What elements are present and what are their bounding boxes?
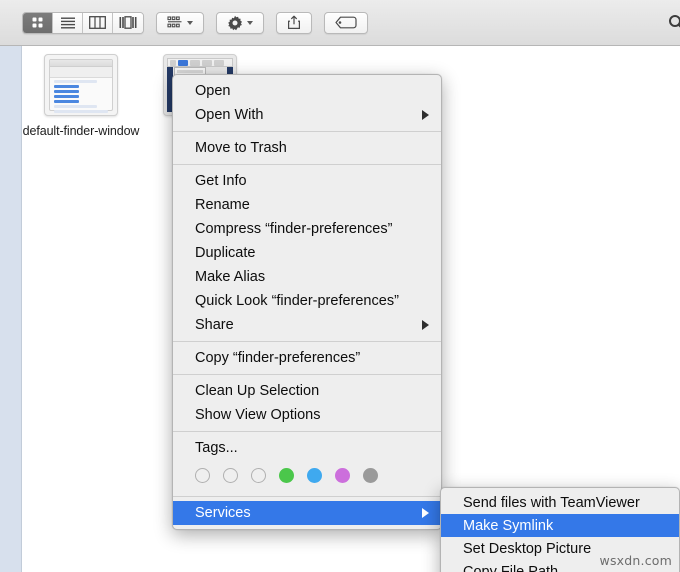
- watermark: wsxdn.com: [599, 553, 672, 568]
- action-gear-button[interactable]: [216, 11, 264, 34]
- gear-icon: [227, 15, 243, 31]
- submenu-arrow-icon: [422, 110, 429, 120]
- finder-sidebar[interactable]: [0, 46, 22, 572]
- menu-item-rename[interactable]: Rename: [173, 193, 441, 217]
- menu-separator: [173, 374, 441, 375]
- menu-item-open-with[interactable]: Open With: [173, 103, 441, 127]
- tag-icon: [335, 16, 357, 29]
- menu-item-show-view-options[interactable]: Show View Options: [173, 403, 441, 427]
- list-icon: [60, 16, 76, 29]
- menu-item-label: Services: [195, 505, 251, 521]
- tag-swatch-none-2[interactable]: [223, 467, 238, 483]
- tag-swatch-none-3[interactable]: [251, 467, 266, 483]
- menu-item-label: Open: [195, 83, 231, 99]
- menu-group-view: Clean Up Selection Show View Options: [173, 379, 441, 427]
- menu-item-label: Compress “finder-preferences”: [195, 221, 393, 237]
- menu-group-trash: Move to Trash: [173, 136, 441, 160]
- tag-swatch-green[interactable]: [279, 467, 294, 483]
- tag-button[interactable]: [324, 11, 368, 34]
- search-icon: [668, 14, 680, 32]
- menu-item-label: Copy “finder-preferences”: [195, 350, 361, 366]
- columns-icon: [89, 16, 106, 29]
- menu-item-label: Make Symlink: [463, 517, 554, 534]
- menu-item-label: Share: [195, 317, 234, 333]
- menu-item-compress[interactable]: Compress “finder-preferences”: [173, 217, 441, 241]
- menu-item-share[interactable]: Share: [173, 313, 441, 337]
- menu-group-copy: Copy “finder-preferences”: [173, 346, 441, 370]
- column-view-button[interactable]: [83, 12, 113, 33]
- menu-item-label: Move to Trash: [195, 140, 287, 156]
- context-menu[interactable]: Open Open With Move to Trash Get Info Re…: [172, 74, 442, 530]
- icon-view-button[interactable]: [23, 12, 53, 33]
- menu-separator: [173, 131, 441, 132]
- submenu-item-send-files-teamviewer[interactable]: Send files with TeamViewer: [441, 491, 679, 514]
- menu-group-file-actions: Get Info Rename Compress “finder-prefere…: [173, 169, 441, 337]
- menu-item-label: Send files with TeamViewer: [463, 494, 640, 511]
- finder-toolbar: [0, 0, 680, 46]
- menu-item-label: Get Info: [195, 173, 247, 189]
- submenu-arrow-icon: [422, 508, 429, 518]
- menu-separator: [173, 341, 441, 342]
- menu-item-label: Duplicate: [195, 245, 256, 261]
- menu-item-move-to-trash[interactable]: Move to Trash: [173, 136, 441, 160]
- menu-item-label: Copy File Path: [463, 563, 559, 572]
- menu-item-label: Set Desktop Picture: [463, 540, 592, 557]
- menu-item-label: Rename: [195, 197, 250, 213]
- menu-separator: [173, 431, 441, 432]
- finder-window: default-finder-window p Open: [0, 0, 680, 572]
- gallery-view-button[interactable]: [113, 12, 143, 33]
- submenu-arrow-icon: [422, 320, 429, 330]
- menu-item-label: Tags...: [195, 440, 238, 456]
- menu-item-label: Open With: [195, 107, 264, 123]
- tag-swatch-purple[interactable]: [335, 467, 350, 483]
- tag-swatch-none-1[interactable]: [195, 467, 210, 483]
- chevron-down-icon: [247, 20, 253, 25]
- file-thumbnail: [44, 54, 118, 116]
- menu-item-copy[interactable]: Copy “finder-preferences”: [173, 346, 441, 370]
- menu-item-tags[interactable]: Tags...: [173, 436, 441, 460]
- menu-separator: [173, 164, 441, 165]
- menu-group-tags: Tags...: [173, 436, 441, 492]
- menu-item-label: Show View Options: [195, 407, 321, 423]
- menu-item-make-alias[interactable]: Make Alias: [173, 265, 441, 289]
- menu-item-duplicate[interactable]: Duplicate: [173, 241, 441, 265]
- menu-item-label: Clean Up Selection: [195, 383, 320, 399]
- menu-item-open[interactable]: Open: [173, 79, 441, 103]
- submenu-item-make-symlink[interactable]: Make Symlink: [441, 514, 679, 537]
- share-icon: [287, 15, 301, 30]
- mini-preview-menu-bar: [167, 58, 233, 67]
- file-item-default-finder-window[interactable]: default-finder-window: [22, 54, 140, 139]
- menu-item-clean-up-selection[interactable]: Clean Up Selection: [173, 379, 441, 403]
- file-label: default-finder-window: [22, 124, 140, 138]
- menu-item-label: Quick Look “finder-preferences”: [195, 293, 399, 309]
- menu-item-get-info[interactable]: Get Info: [173, 169, 441, 193]
- tag-swatch-gray[interactable]: [363, 467, 378, 483]
- tag-swatch-blue[interactable]: [307, 467, 322, 483]
- group-items-button[interactable]: [156, 11, 204, 34]
- menu-item-services[interactable]: Services: [173, 501, 441, 525]
- menu-item-quick-look[interactable]: Quick Look “finder-preferences”: [173, 289, 441, 313]
- search-button[interactable]: [668, 14, 680, 32]
- menu-separator: [173, 496, 441, 497]
- menu-group-open: Open Open With: [173, 79, 441, 127]
- mini-preview-finder-preferences: [49, 59, 113, 113]
- menu-item-label: Make Alias: [195, 269, 266, 285]
- share-button[interactable]: [276, 11, 312, 34]
- group-items-icon: [167, 16, 183, 29]
- gallery-icon: [119, 16, 137, 29]
- grid-icon: [30, 15, 45, 30]
- list-view-button[interactable]: [53, 12, 83, 33]
- tag-color-swatches[interactable]: [173, 460, 441, 492]
- view-mode-segmented-control[interactable]: [22, 11, 144, 34]
- chevron-down-icon: [187, 20, 193, 25]
